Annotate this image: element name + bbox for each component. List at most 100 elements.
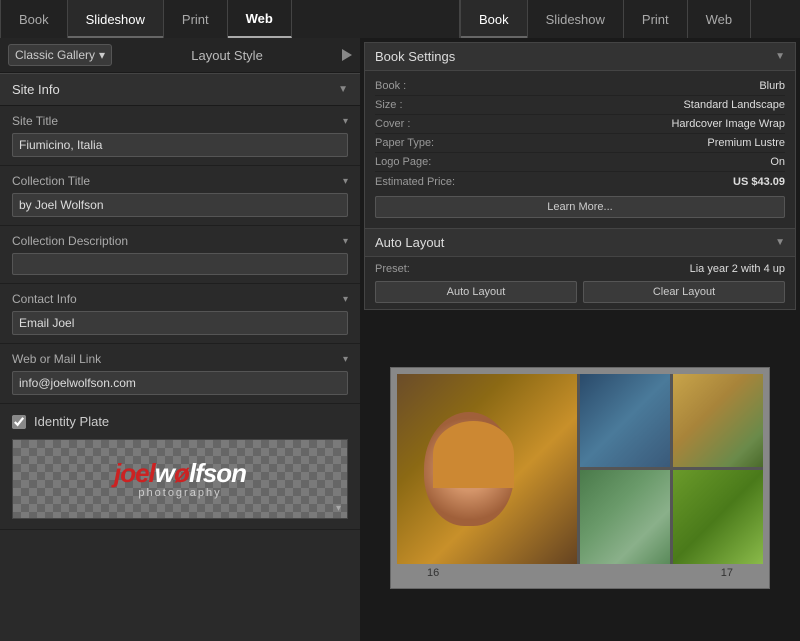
- learn-more-button[interactable]: Learn More...: [375, 196, 785, 218]
- photo-cell-snake[interactable]: [673, 470, 763, 564]
- photo-cell-hikers[interactable]: [580, 470, 670, 564]
- paper-value[interactable]: Premium Lustre: [470, 137, 785, 149]
- gallery-bar: Classic Gallery ▾ Layout Style: [0, 38, 360, 73]
- paper-key: Paper Type:: [375, 137, 470, 149]
- size-key: Size :: [375, 99, 470, 111]
- tab-web-left[interactable]: Web: [228, 0, 292, 38]
- tab-print-right[interactable]: Print: [624, 0, 688, 38]
- tab-book-left[interactable]: Book: [0, 0, 68, 38]
- photo-hikers-image: [580, 470, 670, 564]
- auto-layout-title: Auto Layout: [375, 235, 444, 250]
- contact-info-label: Contact Info: [12, 292, 77, 306]
- collection-title-label-row: Collection Title ▾: [12, 174, 348, 188]
- site-info-title: Site Info: [12, 82, 60, 97]
- photo-cell-girl[interactable]: [397, 374, 577, 564]
- identity-plate-label: Identity Plate: [34, 414, 109, 429]
- book-settings-panel: Book Settings ▼ Book : Blurb Size : Stan…: [364, 42, 796, 310]
- book-setting-paper: Paper Type: Premium Lustre: [375, 134, 785, 153]
- right-nav-section: Book Slideshow Print Web: [460, 0, 800, 38]
- site-title-arrow[interactable]: ▾: [343, 116, 348, 127]
- logo-joel-red: joel: [114, 458, 155, 488]
- web-mail-link-input[interactable]: [12, 371, 348, 395]
- auto-layout-button[interactable]: Auto Layout: [375, 281, 577, 303]
- logo-wolfson: wølfson: [155, 458, 246, 488]
- identity-plate-checkbox[interactable]: [12, 415, 26, 429]
- site-info-arrow[interactable]: ▼: [338, 84, 348, 95]
- photo-cell-giraffe[interactable]: [673, 374, 763, 468]
- contact-info-input[interactable]: [12, 311, 348, 335]
- left-nav-section: Book Slideshow Print Web: [0, 0, 460, 38]
- photo-giraffe-image: [673, 374, 763, 468]
- main-content: Classic Gallery ▾ Layout Style Site Info…: [0, 38, 800, 641]
- cover-value[interactable]: Hardcover Image Wrap: [470, 118, 785, 130]
- book-setting-book: Book : Blurb: [375, 77, 785, 96]
- plate-dropdown-arrow[interactable]: ▾: [336, 503, 341, 514]
- site-info-header: Site Info ▼: [0, 73, 360, 106]
- identity-plate-section: Identity Plate joelwølfson photography ▾: [0, 404, 360, 530]
- identity-plate-row: Identity Plate: [12, 414, 348, 429]
- photo-grid-container: 16 17: [390, 367, 770, 589]
- book-setting-logo: Logo Page: On: [375, 153, 785, 172]
- photo-grid-area: 16 17: [360, 314, 800, 641]
- gallery-select[interactable]: Classic Gallery ▾: [8, 44, 112, 66]
- panel-collapse-arrow[interactable]: [342, 49, 352, 61]
- tab-slideshow-left[interactable]: Slideshow: [68, 0, 164, 38]
- logo-text: joelwølfson photography: [114, 459, 246, 500]
- contact-info-arrow[interactable]: ▾: [343, 294, 348, 305]
- web-mail-link-label-row: Web or Mail Link ▾: [12, 352, 348, 366]
- preset-key: Preset:: [375, 263, 430, 275]
- estimated-price-value: US $43.09: [470, 176, 785, 188]
- book-settings-title: Book Settings: [375, 49, 455, 64]
- left-panel: Classic Gallery ▾ Layout Style Site Info…: [0, 38, 360, 641]
- site-title-label-row: Site Title ▾: [12, 114, 348, 128]
- site-title-group: Site Title ▾: [0, 106, 360, 166]
- site-title-input[interactable]: [12, 133, 348, 157]
- right-panel: Book Settings ▼ Book : Blurb Size : Stan…: [360, 38, 800, 641]
- tab-print-left[interactable]: Print: [164, 0, 228, 38]
- auto-layout-header: Auto Layout ▼: [365, 228, 795, 257]
- photo-snake-image: [673, 470, 763, 564]
- tab-book-right[interactable]: Book: [460, 0, 528, 38]
- web-mail-link-group: Web or Mail Link ▾: [0, 344, 360, 404]
- auto-layout-body: Preset: Lia year 2 with 4 up Auto Layout…: [365, 257, 795, 309]
- collection-description-label-row: Collection Description ▾: [12, 234, 348, 248]
- tab-slideshow-right[interactable]: Slideshow: [528, 0, 624, 38]
- collection-title-input[interactable]: [12, 193, 348, 217]
- web-mail-link-label: Web or Mail Link: [12, 352, 101, 366]
- page-numbers: 16 17: [397, 564, 763, 582]
- collection-title-arrow[interactable]: ▾: [343, 176, 348, 187]
- auto-layout-arrow[interactable]: ▼: [775, 237, 785, 248]
- photo-couple-image: [580, 374, 670, 468]
- preset-value[interactable]: Lia year 2 with 4 up: [430, 263, 785, 275]
- book-setting-size: Size : Standard Landscape: [375, 96, 785, 115]
- logo-wolfson-o: ø: [174, 458, 189, 488]
- book-value[interactable]: Blurb: [470, 80, 785, 92]
- page-number-17: 17: [721, 567, 733, 579]
- tab-web-right[interactable]: Web: [688, 0, 752, 38]
- collection-description-input[interactable]: [12, 253, 348, 275]
- page-number-16: 16: [427, 567, 439, 579]
- book-key: Book :: [375, 80, 470, 92]
- cover-key: Cover :: [375, 118, 470, 130]
- book-settings-arrow[interactable]: ▼: [775, 51, 785, 62]
- photo-cell-couple[interactable]: [580, 374, 670, 468]
- collection-description-label: Collection Description: [12, 234, 128, 248]
- logo-key: Logo Page:: [375, 156, 470, 168]
- clear-layout-button[interactable]: Clear Layout: [583, 281, 785, 303]
- layout-style-label: Layout Style: [120, 48, 334, 63]
- estimated-price-row: Estimated Price: US $43.09: [375, 172, 785, 192]
- size-value[interactable]: Standard Landscape: [470, 99, 785, 111]
- collection-description-arrow[interactable]: ▾: [343, 236, 348, 247]
- logo-joel: joel: [114, 458, 155, 488]
- web-mail-link-arrow[interactable]: ▾: [343, 354, 348, 365]
- identity-plate-display[interactable]: joelwølfson photography ▾: [12, 439, 348, 519]
- settings-table: Book : Blurb Size : Standard Landscape C…: [365, 71, 795, 228]
- logo-line1: joelwølfson: [114, 459, 246, 488]
- contact-info-label-row: Contact Info ▾: [12, 292, 348, 306]
- collection-description-group: Collection Description ▾: [0, 226, 360, 284]
- preset-row: Preset: Lia year 2 with 4 up: [375, 263, 785, 275]
- photo-grid: [397, 374, 763, 564]
- auto-layout-buttons: Auto Layout Clear Layout: [375, 281, 785, 303]
- logo-value[interactable]: On: [470, 156, 785, 168]
- estimated-price-key: Estimated Price:: [375, 176, 470, 188]
